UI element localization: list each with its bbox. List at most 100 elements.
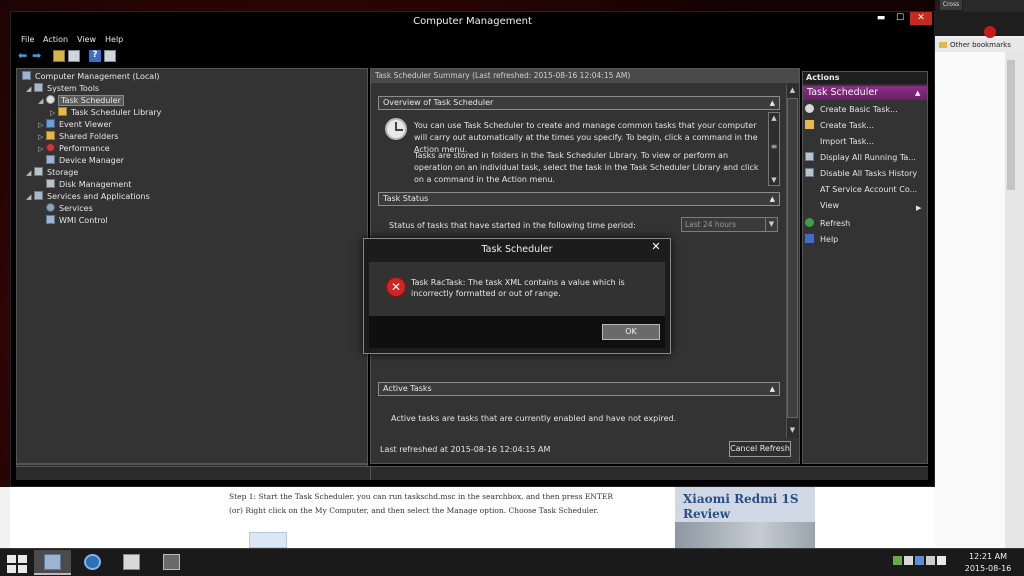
control-panel-icon	[123, 554, 140, 570]
ad-image[interactable]	[675, 522, 815, 548]
browser-tab[interactable]: Cross	[940, 0, 962, 10]
overview-section-header[interactable]: Overview of Task Scheduler ▲	[378, 96, 780, 110]
action-import-task[interactable]: Import Task...	[805, 135, 925, 149]
action-help[interactable]: Help	[805, 233, 925, 247]
submenu-arrow-icon[interactable]: ▶	[916, 201, 921, 215]
chevron-down-icon[interactable]: ▼	[765, 218, 777, 231]
tray-app-icon[interactable]	[893, 556, 902, 565]
chevron-up-icon[interactable]: ▲	[770, 193, 775, 205]
scroll-down-icon[interactable]: ▼	[786, 424, 799, 436]
action-disable-history[interactable]: Disable All Tasks History	[805, 167, 925, 181]
tree-item-system-tools[interactable]: ◢ System Tools	[26, 83, 99, 95]
action-view[interactable]: View	[805, 199, 925, 213]
scroll-up-icon[interactable]: ▲	[786, 84, 799, 96]
refresh-icon	[805, 218, 814, 227]
computer-management-icon	[44, 554, 61, 570]
taskbar-browser[interactable]	[74, 550, 111, 575]
browser-scroll-thumb[interactable]	[1007, 60, 1015, 190]
show-hide-tree-icon[interactable]	[68, 50, 80, 62]
tray-volume-icon[interactable]	[926, 556, 935, 565]
taskbar-computer-management[interactable]	[34, 550, 71, 575]
last-refreshed-text: Last refreshed at 2015-08-16 12:04:15 AM	[380, 445, 551, 454]
tree-item-performance[interactable]: ▷ Performance	[38, 143, 110, 155]
browser-window-controls[interactable]	[963, 0, 1024, 12]
time-period-select[interactable]: Last 24 hours	[681, 217, 778, 232]
clock-hand	[396, 129, 403, 131]
chevron-up-icon[interactable]: ▲	[915, 86, 925, 100]
actions-subheader-task-scheduler[interactable]: Task Scheduler	[803, 86, 927, 100]
action-display-running[interactable]: Display All Running Ta...	[805, 151, 925, 165]
tree-item-storage[interactable]: ◢ Storage	[26, 167, 78, 179]
up-folder-icon[interactable]	[53, 50, 65, 62]
menu-help[interactable]: Help	[105, 34, 123, 45]
summary-header: Task Scheduler Summary (Last refreshed: …	[371, 69, 799, 83]
help-icon[interactable]: ?	[89, 50, 101, 62]
browser-content	[935, 52, 1005, 548]
expand-icon[interactable]: ▷	[38, 143, 46, 155]
tree-item-wmi-control[interactable]: WMI Control	[38, 215, 108, 227]
collapse-icon[interactable]: ◢	[26, 83, 34, 95]
action-refresh[interactable]: Refresh	[805, 217, 925, 231]
tray-battery-icon[interactable]	[937, 556, 946, 565]
close-button[interactable]: ✕	[910, 12, 932, 25]
tree-item-disk-management[interactable]: Disk Management	[38, 179, 131, 191]
windows-logo-icon	[7, 555, 16, 563]
storage-icon	[34, 167, 43, 176]
taskbar-clock-date[interactable]: 2015-08-16	[957, 563, 1019, 574]
maximize-button[interactable]: ☐	[890, 12, 910, 25]
action-create-basic-task[interactable]: Create Basic Task...	[805, 103, 925, 117]
dialog-close-icon[interactable]: ✕	[648, 240, 664, 254]
start-button[interactable]	[4, 552, 30, 574]
back-arrow-icon[interactable]: ⬅	[18, 50, 30, 62]
forward-arrow-icon[interactable]: ➡	[32, 50, 44, 62]
collapse-icon[interactable]: ◢	[26, 167, 34, 179]
menu-action[interactable]: Action	[43, 34, 68, 45]
tree-item-services-and-applications[interactable]: ◢ Services and Applications	[26, 191, 150, 203]
active-tasks-description: Active tasks are tasks that are currentl…	[391, 414, 677, 423]
ad-title[interactable]: Xiaomi Redmi 1S Review	[683, 492, 813, 522]
expand-icon[interactable]: ▷	[38, 131, 46, 143]
overview-paragraph-2: Tasks are stored in folders in the Task …	[414, 151, 759, 184]
taskbar-clock-time[interactable]: 12:21 AM	[957, 551, 1019, 562]
task-status-section-header[interactable]: Task Status ▲	[378, 192, 780, 206]
results-scroll-thumb[interactable]	[787, 98, 798, 418]
ok-button[interactable]: OK	[602, 324, 660, 340]
browser-extension-icon[interactable]	[984, 26, 996, 38]
window-title: Computer Management	[413, 16, 532, 27]
tree-item-shared-folders[interactable]: ▷ Shared Folders	[38, 131, 119, 143]
tree-item-device-manager[interactable]: Device Manager	[38, 155, 124, 167]
tree-item-services[interactable]: Services	[38, 203, 93, 215]
active-tasks-section-header[interactable]: Active Tasks ▲	[378, 382, 780, 396]
actions-header: Actions	[803, 72, 927, 84]
collapse-icon[interactable]: ◢	[26, 191, 34, 203]
tree-item-task-scheduler[interactable]: ◢ Task Scheduler	[38, 95, 124, 107]
taskbar-app-3[interactable]	[113, 550, 150, 575]
tree-item-root[interactable]: Computer Management (Local)	[22, 71, 160, 83]
tray-bluetooth-icon[interactable]	[915, 556, 924, 565]
tree-item-event-viewer[interactable]: ▷ Event Viewer	[38, 119, 112, 131]
scroll-down-icon[interactable]: ▼	[768, 174, 780, 186]
scroll-grip-icon[interactable]: ≡	[768, 142, 780, 152]
properties-icon[interactable]	[104, 50, 116, 62]
folder-icon	[58, 107, 67, 116]
bookmarks-bar[interactable]: Other bookmarks	[935, 38, 1024, 52]
minimize-button[interactable]: ▬	[871, 12, 891, 25]
expand-icon[interactable]: ▷	[50, 107, 58, 119]
action-at-service-account[interactable]: AT Service Account Co...	[805, 183, 925, 197]
tree-item-task-scheduler-library[interactable]: ▷ Task Scheduler Library	[50, 107, 161, 119]
article-image	[249, 532, 287, 548]
cancel-refresh-button[interactable]: Cancel Refresh	[729, 441, 791, 457]
taskbar-app-4[interactable]	[153, 550, 190, 575]
scroll-up-icon[interactable]: ▲	[768, 112, 780, 124]
action-create-task[interactable]: Create Task...	[805, 119, 925, 133]
expand-icon[interactable]: ▷	[38, 119, 46, 131]
chevron-up-icon[interactable]: ▲	[770, 383, 775, 395]
menu-file[interactable]: File	[21, 34, 34, 45]
collapse-icon[interactable]: ◢	[38, 95, 46, 107]
disk-icon	[46, 179, 55, 188]
history-icon	[805, 168, 814, 177]
tray-network-icon[interactable]	[904, 556, 913, 565]
windows-logo-icon	[18, 555, 27, 563]
menu-view[interactable]: View	[77, 34, 96, 45]
chevron-up-icon[interactable]: ▲	[770, 97, 775, 109]
